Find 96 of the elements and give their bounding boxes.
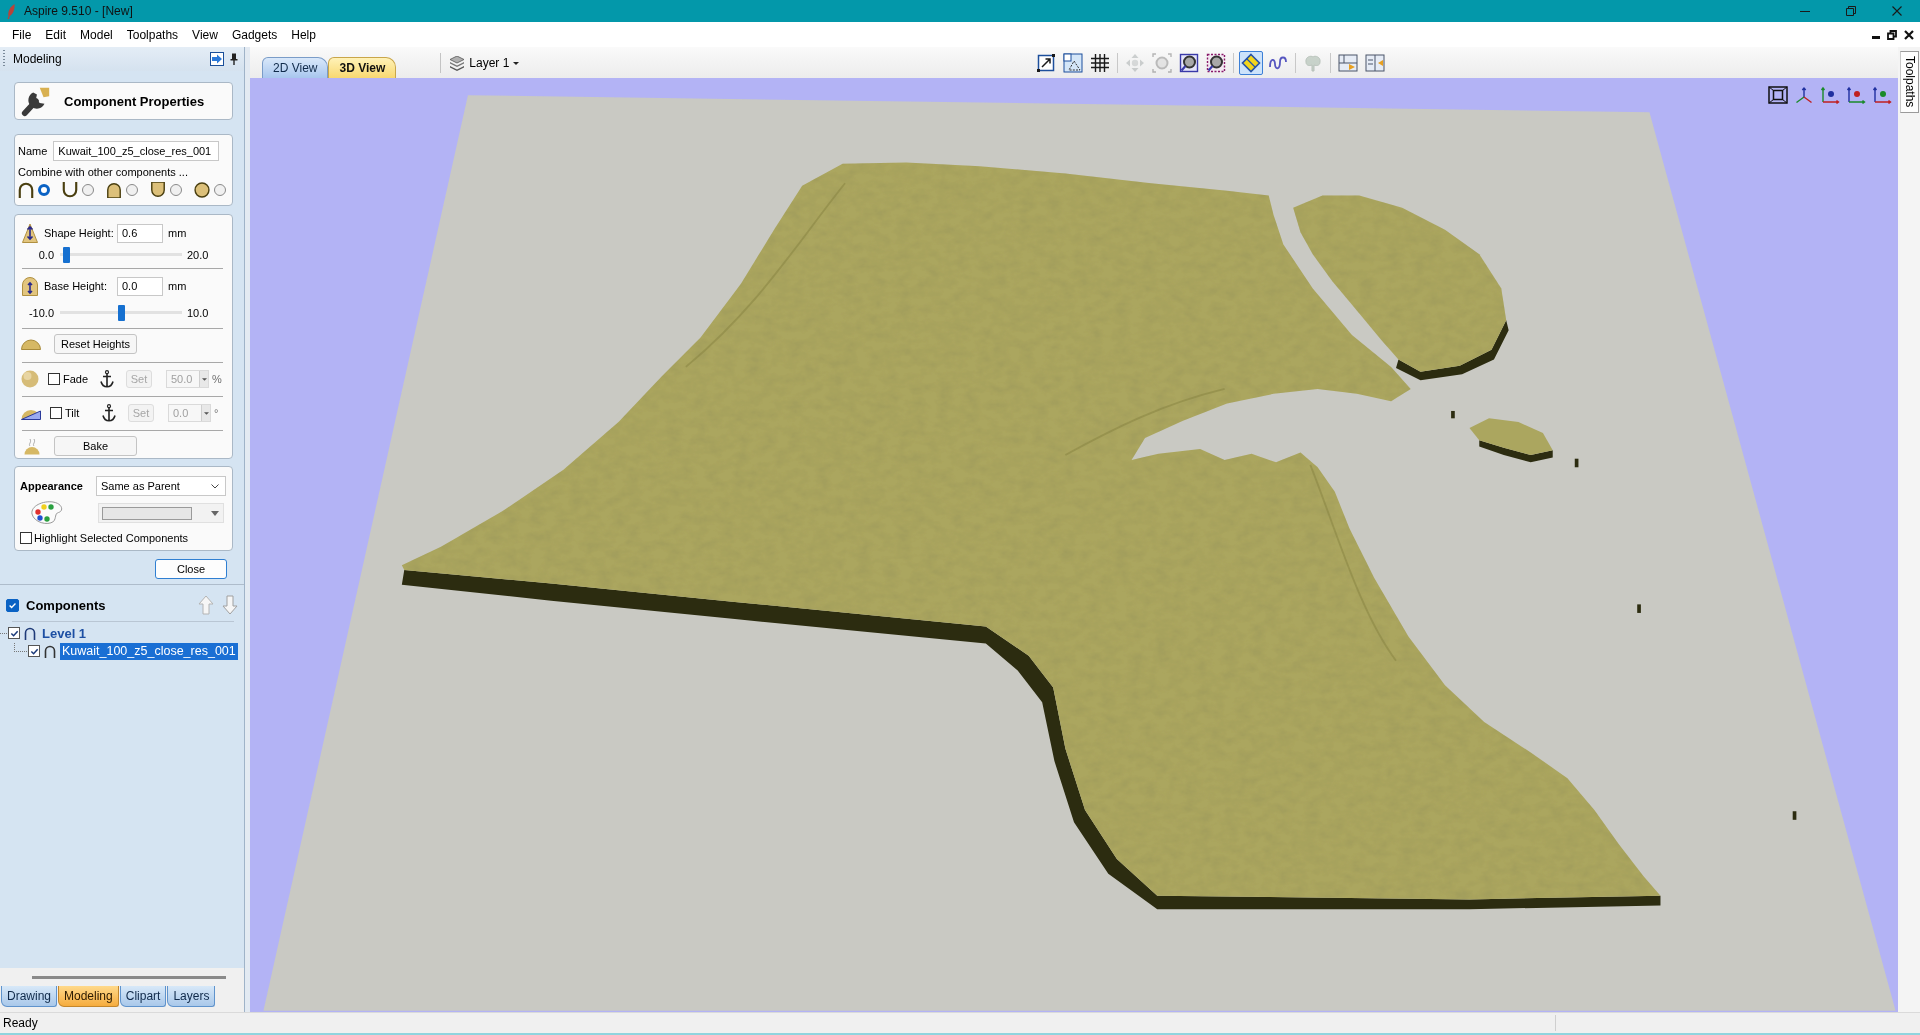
unit-label: ° [214,407,219,419]
close-icon[interactable] [1904,29,1914,40]
slider-thumb[interactable] [117,305,125,321]
unit-label: mm [168,227,187,239]
height-field[interactable]: 0.0 [117,276,163,296]
islet-mark [1451,410,1455,419]
islet-mark [1574,458,1579,468]
menu-item[interactable]: Model [73,25,120,44]
panel-tab[interactable]: Drawing [1,986,57,1007]
slider-min-label: 0.0 [37,249,54,261]
checkbox-label: Highlight Selected Components [34,532,189,544]
unit-label: mm [168,280,187,292]
caret-down-icon [211,510,219,516]
layers-icon [449,55,466,71]
anchor-icon[interactable] [102,404,116,422]
appearance-dropdown[interactable]: Same as Parent [96,476,226,496]
restore-icon [1846,6,1856,16]
axes-icon[interactable] [1872,86,1892,104]
menu-item[interactable]: Toolpaths [119,25,186,44]
chevron-down-icon [211,483,219,489]
caret-down-icon [201,377,207,381]
slider-min-label: -10.0 [27,307,54,319]
axes-icon[interactable] [1794,86,1814,104]
unit-label: % [212,373,222,385]
scrollbar-thumb[interactable] [32,975,226,979]
menu-item[interactable]: View [185,25,225,44]
caret-down-icon [203,411,209,415]
islet-mark [1792,811,1797,820]
axes-icon[interactable] [1846,86,1866,104]
filled-cup-icon [150,182,166,198]
menu-item[interactable]: Edit [38,25,74,44]
radio-button[interactable] [82,184,94,196]
reset-heights-button[interactable]: Reset Heights [54,334,137,354]
arch-outline-icon [18,182,34,198]
close-button[interactable]: Close [155,559,227,579]
close-icon [1892,6,1902,16]
fit-frame-icon[interactable] [1768,86,1788,104]
steaming-dome-icon [24,437,40,455]
arch-outline-icon [44,644,56,658]
status-text: Ready [3,1016,38,1030]
dome-height-icon [21,276,39,296]
menu-item[interactable]: Help [284,25,323,44]
checkbox-label: Tilt [65,407,81,419]
view-tab[interactable]: 2D View [262,57,329,78]
slider-max-label: 10.0 [187,307,209,319]
filled-circle-icon [194,182,210,198]
arch-outline-icon [24,626,36,640]
palette-icon [30,500,64,526]
checkbox-label: Fade [63,373,90,385]
slider-max-label: 20.0 [187,249,209,261]
dock-arrow-icon[interactable] [210,52,224,66]
pin-icon[interactable] [230,53,238,65]
radio-button[interactable] [170,184,182,196]
wrench-icon [20,85,52,117]
height-label: Shape Height: [44,227,115,239]
islet-mark [1637,604,1641,613]
slider-thumb[interactable] [63,247,71,263]
tree-item[interactable]: Level 1 [40,624,89,642]
radio-button[interactable] [126,184,138,196]
cone-height-icon [21,223,39,243]
height-label: Base Height: [44,280,108,292]
side-tab[interactable]: Toolpaths [1900,51,1919,113]
card-title: Component Properties [64,93,205,109]
appearance-label: Appearance [20,480,84,492]
checkbox[interactable] [8,627,20,639]
layer-dropdown[interactable]: Layer 1 [447,51,522,75]
feather-icon [7,3,15,19]
checkbox[interactable] [20,532,32,544]
radio-button[interactable] [214,184,226,196]
menu-item[interactable]: Gadgets [224,25,285,44]
axes-icon[interactable] [1820,86,1840,104]
panel-tab[interactable]: Modeling [58,986,119,1007]
window-title: Aspire 9.510 - [New] [24,4,133,18]
caret-down-icon [513,61,520,65]
radio-button[interactable] [38,184,50,196]
menu-item[interactable]: File [5,25,39,44]
checkbox[interactable] [28,645,40,657]
name-label: Name [18,145,48,157]
filled-arch-icon [106,182,122,198]
cup-outline-icon [62,182,78,198]
panel-title: Modeling [13,52,62,66]
anchor-icon[interactable] [100,370,114,388]
checkbox[interactable] [6,598,19,612]
sphere-icon [21,370,39,388]
restore-icon[interactable] [1887,29,1897,40]
name-field[interactable]: Kuwait_100_z5_close_res_001 [53,141,220,161]
bake-button[interactable]: Bake [54,436,137,456]
combine-label: Combine with other components ... [18,166,188,178]
view-tab[interactable]: 3D View [328,57,397,78]
panel-tab[interactable]: Layers [167,986,216,1007]
components-title: Components [26,597,106,613]
dome-icon [21,338,41,350]
height-field[interactable]: 0.6 [117,223,163,243]
panel-tab[interactable]: Clipart [119,986,167,1007]
minimize-icon [1800,10,1810,12]
tree-item[interactable]: Kuwait_100_z5_close_res_001 [60,642,238,660]
